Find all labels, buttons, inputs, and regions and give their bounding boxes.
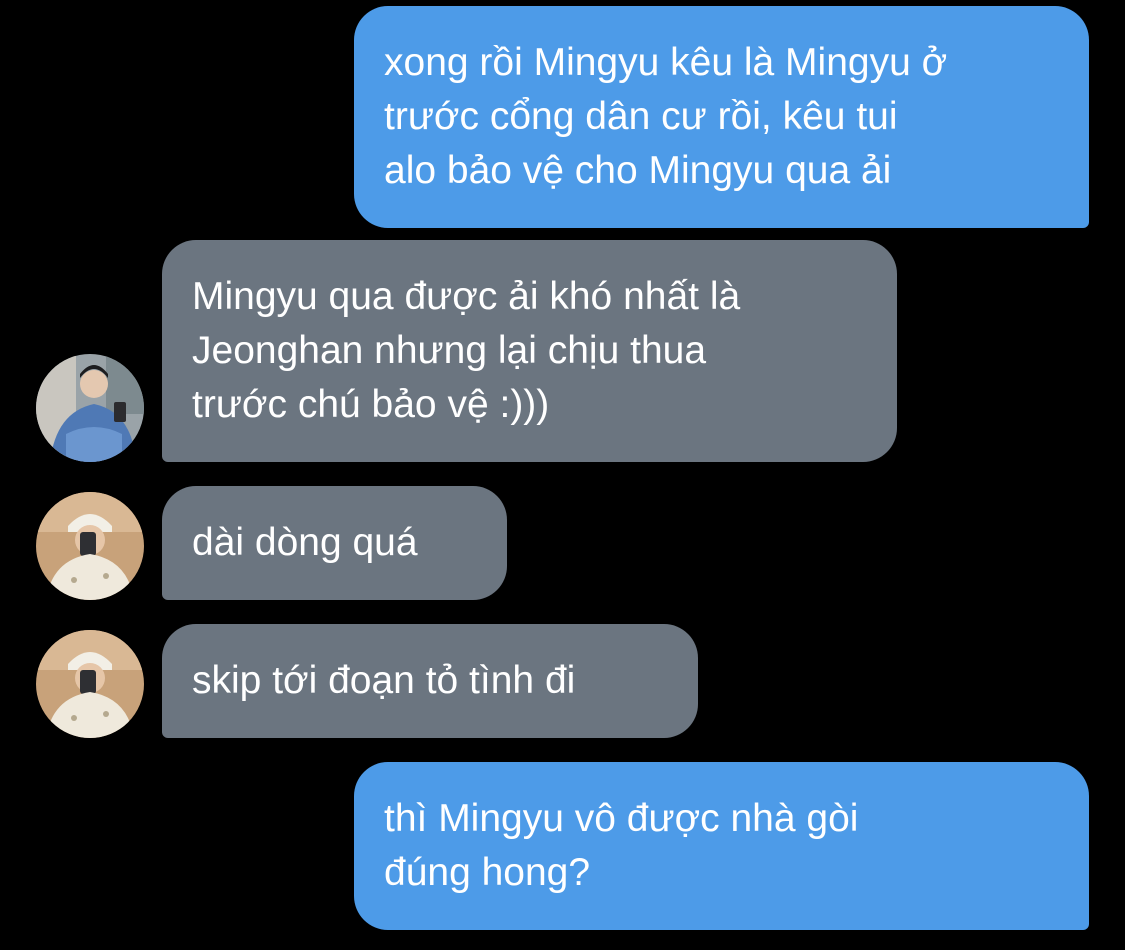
message-text: skip tới đoạn tỏ tình đi — [192, 659, 576, 702]
message-text: xong rồi Mingyu kêu là Mingyu ở trước cổ… — [384, 41, 948, 192]
avatar-image — [36, 630, 144, 738]
avatar-photo-white-beanie[interactable] — [36, 492, 144, 600]
avatar-photo-white-beanie[interactable] — [36, 630, 144, 738]
avatar-image — [36, 354, 144, 462]
message-bubble-received[interactable]: Mingyu qua được ải khó nhất là Jeonghan … — [162, 240, 897, 462]
message-text: Mingyu qua được ải khó nhất là Jeonghan … — [192, 275, 741, 426]
message-bubble-sent[interactable]: thì Mingyu vô được nhà gòi đúng hong? — [354, 762, 1089, 930]
message-text: thì Mingyu vô được nhà gòi đúng hong? — [384, 797, 859, 894]
message-bubble-sent[interactable]: xong rồi Mingyu kêu là Mingyu ở trước cổ… — [354, 6, 1089, 228]
avatar-image — [36, 492, 144, 600]
avatar-photo-denim-jacket[interactable] — [36, 354, 144, 462]
message-bubble-received[interactable]: skip tới đoạn tỏ tình đi — [162, 624, 698, 738]
message-text: dài dòng quá — [192, 521, 418, 564]
message-bubble-received[interactable]: dài dòng quá — [162, 486, 507, 600]
